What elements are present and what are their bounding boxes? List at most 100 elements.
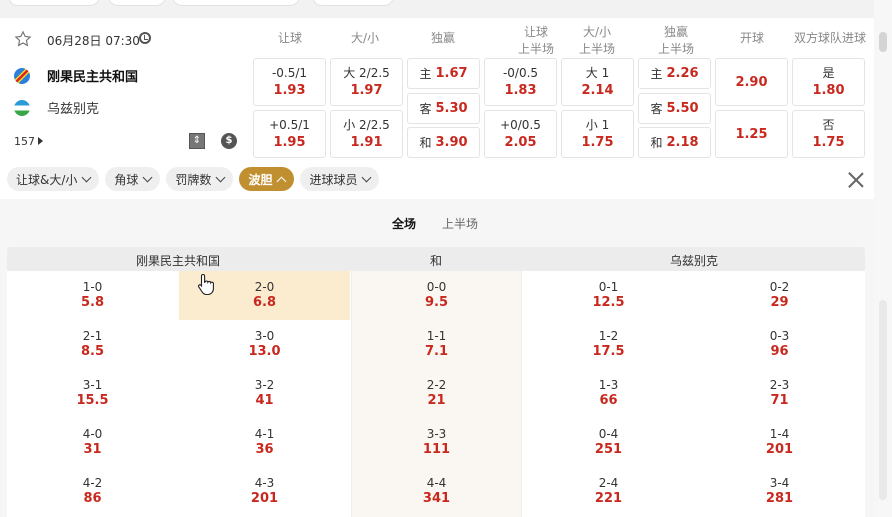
drc-flag-icon xyxy=(14,67,30,84)
score-odds: 31 xyxy=(83,442,102,457)
score-cell[interactable]: 2-3 71 xyxy=(694,369,865,418)
score-odds: 251 xyxy=(594,442,623,457)
score-header-home: 刚果民主共和国 xyxy=(135,254,221,268)
score-cell[interactable]: 4-1 36 xyxy=(179,418,350,467)
col-head-handicap-half: 让球 上半场 xyxy=(517,25,554,56)
match-info: 06月28日 07:30 刚果民主共和国 乌兹别克 157 ⇕ $ xyxy=(0,18,250,163)
odds-cell[interactable]: -0/0.5 1.83 xyxy=(484,58,557,106)
odds-cell[interactable]: 大 1 2.14 xyxy=(561,58,634,106)
filter-goal-scorers[interactable]: 进球球员 xyxy=(300,167,380,191)
score-cell[interactable]: 3-3 111 xyxy=(351,418,522,467)
score-label: 2-3 xyxy=(769,378,790,392)
score-label: 1-1 xyxy=(426,329,447,343)
score-cell[interactable]: 4-4 341 xyxy=(351,467,522,516)
col-head-moneyline-half: 独赢 上半场 xyxy=(657,25,694,56)
odds-cell[interactable]: 2.90 xyxy=(715,58,788,106)
score-cell[interactable]: 2-2 21 xyxy=(351,369,522,418)
odds-cell[interactable]: 和 3.90 xyxy=(407,127,480,158)
prev-pill[interactable] xyxy=(108,0,166,6)
odds-line: 小 1 xyxy=(585,118,610,132)
score-cell[interactable]: 2-1 8.5 xyxy=(7,320,178,369)
score-cell[interactable]: 4-0 31 xyxy=(7,418,178,467)
score-cell[interactable]: 0-1 12.5 xyxy=(523,271,694,320)
score-cell[interactable]: 0-2 29 xyxy=(694,271,865,320)
star-outline-icon[interactable] xyxy=(14,30,32,48)
chevron-right-icon xyxy=(38,137,43,145)
period-tabs: 全场 上半场 xyxy=(392,215,478,232)
score-cell[interactable]: 0-4 251 xyxy=(523,418,694,467)
prev-pill[interactable] xyxy=(172,0,300,6)
prev-pill[interactable] xyxy=(8,0,100,6)
score-cell[interactable]: 3-0 13.0 xyxy=(179,320,350,369)
dollar-icon[interactable]: $ xyxy=(221,133,237,149)
odds-cell[interactable]: +0/0.5 2.05 xyxy=(484,110,557,158)
odds-cell[interactable]: 否 1.75 xyxy=(792,110,865,158)
tab-first-half[interactable]: 上半场 xyxy=(442,215,478,232)
odds-cell[interactable]: 客 5.30 xyxy=(407,93,480,124)
score-cell[interactable]: 3-1 15.5 xyxy=(7,369,178,418)
col-head-first-goal: 开球 xyxy=(739,31,764,45)
uzbekistan-flag-icon xyxy=(14,99,30,116)
odds-cell[interactable]: 主 2.26 xyxy=(638,58,711,89)
odds-cell[interactable]: 大 2/2.5 1.97 xyxy=(330,58,403,106)
score-cell[interactable]: 0-0 9.5 xyxy=(351,271,522,320)
score-label: 4-1 xyxy=(254,427,275,441)
odds-value: 2.90 xyxy=(735,74,768,90)
score-odds: 5.8 xyxy=(80,295,105,310)
score-cell[interactable]: 2-4 221 xyxy=(523,467,694,516)
score-cell[interactable]: 4-3 201 xyxy=(179,467,350,516)
score-label: 1-2 xyxy=(598,329,619,343)
tab-full-time[interactable]: 全场 xyxy=(392,215,416,232)
odds-cell[interactable]: +0.5/1 1.95 xyxy=(253,110,326,158)
odds-line: 主 xyxy=(650,67,663,81)
filter-label: 波胆 xyxy=(248,172,273,187)
score-cell[interactable]: 3-2 41 xyxy=(179,369,350,418)
odds-value: 1.95 xyxy=(273,135,306,150)
score-header-draw: 和 xyxy=(429,254,443,268)
odds-value: 1.25 xyxy=(735,126,768,142)
chevron-up-icon xyxy=(277,176,287,186)
chevron-down-icon xyxy=(81,172,92,182)
scrollbar-thumb[interactable] xyxy=(879,32,887,52)
odds-value: 1.83 xyxy=(504,83,537,98)
score-odds: 29 xyxy=(770,295,789,310)
more-markets-link[interactable]: 157 xyxy=(14,135,43,148)
score-odds: 36 xyxy=(255,442,274,457)
score-odds: 15.5 xyxy=(76,393,109,408)
filter-cards[interactable]: 罚牌数 xyxy=(166,167,234,191)
prev-pill[interactable] xyxy=(312,0,394,6)
page-scrollbar[interactable] xyxy=(874,0,892,517)
odds-line: 大 2/2.5 xyxy=(343,66,390,80)
score-cell[interactable]: 3-4 281 xyxy=(694,467,865,516)
odds-cell[interactable]: 1.25 xyxy=(715,110,788,158)
odds-cell[interactable]: 小 2/2.5 1.91 xyxy=(330,110,403,158)
score-odds: 21 xyxy=(427,393,446,408)
close-icon[interactable] xyxy=(846,170,866,190)
odds-value: 2.26 xyxy=(666,66,699,81)
odds-line: 客 xyxy=(650,102,663,116)
filter-corners[interactable]: 角球 xyxy=(105,167,161,191)
col-head-btts: 双方球队进球 xyxy=(793,31,866,45)
score-cell[interactable]: 1-0 5.8 xyxy=(7,271,178,320)
odds-cell[interactable]: 小 1 1.75 xyxy=(561,110,634,158)
score-label: 3-4 xyxy=(769,476,790,490)
odds-cell[interactable]: -0.5/1 1.93 xyxy=(253,58,326,106)
score-grid: 1-0 5.8 2-1 8.5 3-1 15.5 4-0 31 4-2 86 2-0 6.8 3-0 13… xyxy=(7,271,865,517)
odds-line: 客 xyxy=(419,102,432,116)
odds-cell[interactable]: 是 1.80 xyxy=(792,58,865,106)
score-cell[interactable]: 1-3 66 xyxy=(523,369,694,418)
stats-icon[interactable]: ⇕ xyxy=(189,133,205,149)
filter-handicap-total[interactable]: 让球&大/小 xyxy=(7,167,100,191)
odds-cell[interactable]: 客 5.50 xyxy=(638,93,711,124)
score-cell[interactable]: 0-3 96 xyxy=(694,320,865,369)
score-cell[interactable]: 1-1 7.1 xyxy=(351,320,522,369)
odds-cell[interactable]: 和 2.18 xyxy=(638,127,711,158)
score-cell[interactable]: 1-4 201 xyxy=(694,418,865,467)
score-cell[interactable]: 4-2 86 xyxy=(7,467,178,516)
score-label: 4-2 xyxy=(82,476,103,490)
score-cell[interactable]: 1-2 17.5 xyxy=(523,320,694,369)
score-odds: 341 xyxy=(422,491,451,506)
chevron-down-icon xyxy=(215,172,226,182)
filter-correct-score[interactable]: 波胆 xyxy=(239,167,295,191)
odds-cell[interactable]: 主 1.67 xyxy=(407,58,480,89)
